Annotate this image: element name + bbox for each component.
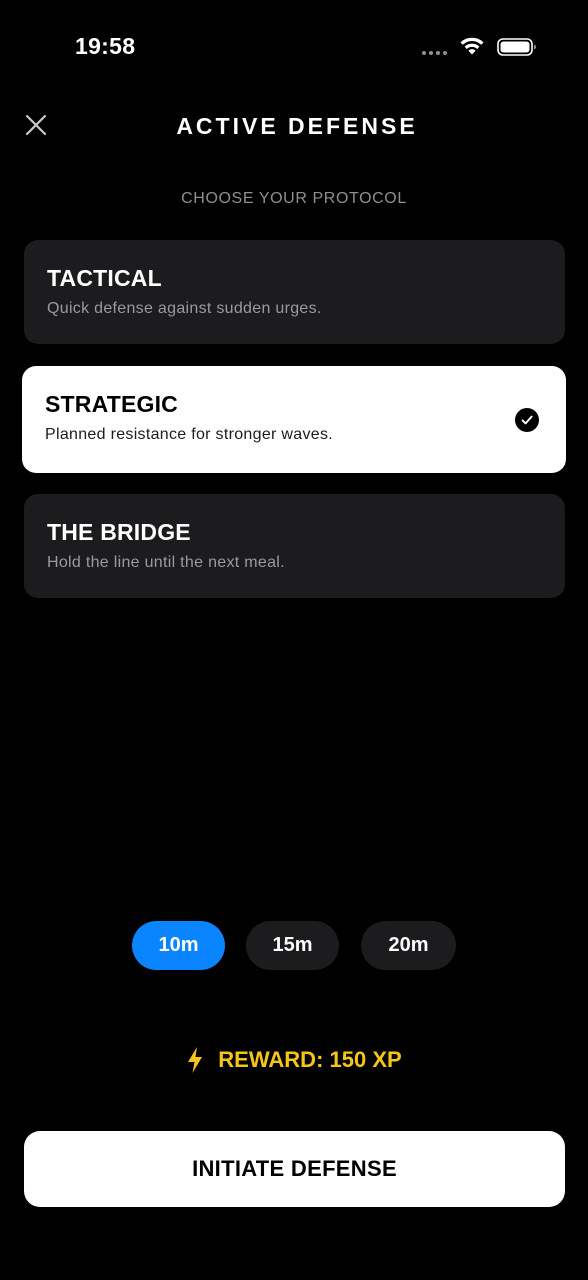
protocol-title: THE BRIDGE bbox=[47, 519, 191, 545]
protocol-title: STRATEGIC bbox=[45, 391, 178, 417]
status-bar: 19:58 bbox=[0, 0, 588, 90]
protocol-description: Quick defense against sudden urges. bbox=[47, 300, 322, 317]
protocol-option-tactical[interactable]: TACTICAL Quick defense against sudden ur… bbox=[24, 240, 565, 344]
duration-option-15m[interactable]: 15m bbox=[246, 921, 339, 970]
protocol-option-strategic[interactable]: STRATEGIC Planned resistance for stronge… bbox=[22, 366, 566, 473]
status-time: 19:58 bbox=[75, 33, 136, 59]
duration-option-20m[interactable]: 20m bbox=[361, 921, 456, 970]
duration-option-10m[interactable]: 10m bbox=[132, 921, 225, 970]
protocol-description: Planned resistance for stronger waves. bbox=[45, 426, 333, 443]
protocol-description: Hold the line until the next meal. bbox=[47, 554, 285, 571]
initiate-defense-button[interactable]: INITIATE DEFENSE bbox=[24, 1131, 565, 1207]
protocol-title: TACTICAL bbox=[47, 265, 162, 291]
wifi-icon bbox=[460, 37, 484, 55]
protocol-option-the-bridge[interactable]: THE BRIDGE Hold the line until the next … bbox=[24, 494, 565, 598]
reward-label: REWARD: 150 XP bbox=[218, 1047, 402, 1072]
signal-dots-icon bbox=[422, 51, 447, 55]
lightning-bolt-icon bbox=[188, 1047, 203, 1073]
page-title: ACTIVE DEFENSE bbox=[176, 113, 418, 139]
battery-icon bbox=[497, 38, 536, 56]
reward-display: REWARD: 150 XP bbox=[0, 1046, 588, 1074]
protocol-heading: CHOOSE YOUR PROTOCOL bbox=[181, 190, 407, 207]
checkmark-icon bbox=[515, 408, 539, 432]
